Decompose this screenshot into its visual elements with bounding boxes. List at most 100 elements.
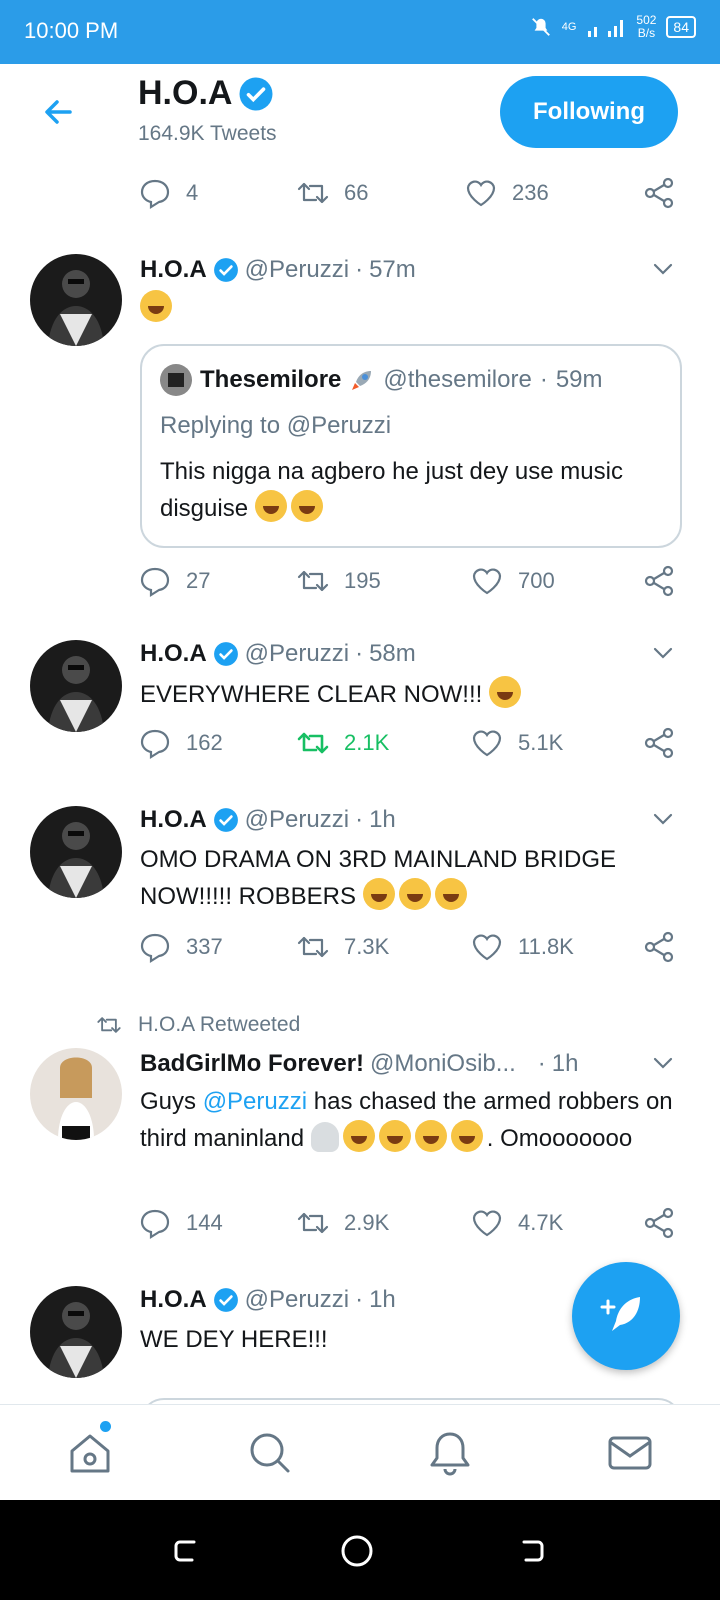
back-button-icon[interactable] [516,1534,548,1566]
avatar[interactable] [30,1286,122,1378]
share-action[interactable] [642,726,676,760]
tweet-time: 57m [369,256,416,283]
tweet[interactable]: H.O.A @Peruzzi · 58m EVERYWHERE CLEAR NO… [0,620,720,787]
tweet-text: Guys @Peruzzi has chased the armed robbe… [140,1088,673,1152]
tweet-time: 1h [551,1050,579,1077]
back-arrow-icon[interactable] [40,94,76,130]
laughing-emoji [434,878,467,910]
reply-action[interactable]: 27 [138,564,210,598]
reply-icon [140,567,170,597]
share-icon [644,1207,674,1239]
home-notification-dot [100,1421,111,1432]
separator-dot: · [355,256,364,283]
retweet-action[interactable]: 7.3K [296,930,389,964]
share-action[interactable] [642,176,676,210]
profile-name: H.O.A [138,74,274,113]
avatar[interactable] [30,640,122,732]
like-action[interactable]: 4.7K [470,1206,563,1240]
compose-tweet-button[interactable] [572,1262,680,1370]
share-action[interactable] [642,930,676,964]
verified-badge-icon [239,77,273,110]
retweet-action[interactable]: 195 [296,564,381,598]
author-name: H.O.A [140,1286,207,1313]
separator-dot: · [355,640,364,667]
author-handle: @Peruzzi [244,806,350,833]
laughing-emoji [140,290,172,322]
avatar[interactable] [30,254,122,346]
like-action[interactable]: 11.8K [470,930,574,964]
share-icon [644,727,674,759]
tweet-count: 164.9K Tweets [138,122,277,145]
laughing-emoji [342,1120,375,1152]
reply-action[interactable]: 4 [138,176,198,210]
tweet-emoji-only [140,290,680,327]
tweet-actions: 162 2.1K 5.1K [138,726,698,766]
tweet-text: OMO DRAMA ON 3RD MAINLAND BRIDGE NOW!!!!… [140,846,617,910]
tweet[interactable]: H.O.A @Peruzzi · 1h OMO DRAMA ON 3RD MAI… [0,786,720,991]
share-action[interactable] [642,564,676,598]
following-button[interactable]: Following [500,76,678,148]
home-button-icon[interactable] [340,1534,374,1568]
like-action[interactable]: 5.1K [470,726,563,760]
laughing-emoji [414,1120,447,1152]
quote-time: 59m [555,366,603,393]
tweet-time: 58m [369,640,416,667]
share-icon [644,565,674,597]
quote-avatar [160,364,192,396]
like-action[interactable]: 700 [470,564,555,598]
reply-action[interactable]: 144 [138,1206,223,1240]
search-icon[interactable] [244,1427,296,1479]
reply-action[interactable]: 162 [138,726,223,760]
avatar[interactable] [30,806,122,898]
reply-icon [140,179,170,209]
messages-icon[interactable] [604,1427,656,1479]
notifications-icon[interactable] [424,1427,476,1479]
compose-feather-icon [600,1296,640,1331]
tweet-text: EVERYWHERE CLEAR NOW!!! [140,676,680,713]
tweet-header: BadGirlMo Forever! @MoniOsib... · 1h [140,1050,578,1078]
status-icons: 4G 502 B/s 84 [530,14,696,40]
retweet-icon [297,570,329,592]
tweet-header: H.O.A @Peruzzi · 1h [140,1286,396,1314]
chevron-down-icon[interactable] [650,806,676,832]
tweet[interactable]: H.O.A @Peruzzi · 57m Thesemilore @thesem… [0,234,720,621]
author-name: H.O.A [140,806,207,833]
reply-action[interactable]: 337 [138,930,223,964]
chevron-down-icon[interactable] [650,256,676,282]
laughing-emoji [488,676,521,708]
tweet[interactable]: H.O.A Retweeted BadGirlMo Forever! @Moni… [0,990,720,1267]
mention-link[interactable]: @Peruzzi [203,1088,307,1115]
retweet-action[interactable]: 2.1K [296,726,389,760]
system-navigation-bar [0,1500,720,1600]
tweet-feed[interactable]: 4 66 236 H.O.A @Peruzzi · 57m Thesemilor… [0,162,720,1404]
tweet-actions: 27 195 700 [138,564,698,604]
separator-dot: · [537,1050,546,1077]
retweet-icon [297,732,329,754]
battery-indicator: 84 [666,16,696,38]
verified-badge-icon [213,258,238,282]
avatar[interactable] [30,1048,122,1140]
chevron-down-icon[interactable] [650,640,676,666]
laughing-emoji [378,1120,411,1152]
share-action[interactable] [642,1206,676,1240]
recent-apps-icon[interactable] [170,1534,202,1566]
tweet-actions: 4 66 236 [138,176,698,216]
tweet-header: H.O.A @Peruzzi · 58m [140,640,416,668]
heart-icon [472,568,502,595]
reply-icon [140,933,170,963]
author-handle: @MoniOsib... [370,1050,516,1077]
quoted-tweet[interactable]: Thesemilore @thesemilore · 59m Replying … [140,344,682,548]
chevron-down-icon[interactable] [650,1050,676,1076]
home-icon[interactable] [64,1427,116,1479]
network-type: 4G [561,21,577,33]
like-action[interactable]: 236 [464,176,549,210]
retweet-icon [297,182,329,204]
status-bar: 10:00 PM 4G 502 B/s 84 [0,0,720,64]
skull-emoji [310,1122,339,1152]
retweet-action[interactable]: 2.9K [296,1206,389,1240]
reply-icon [140,1209,170,1239]
author-handle: @Peruzzi [244,640,350,667]
laughing-emoji [450,1120,483,1152]
reply-icon [140,729,170,759]
retweet-action[interactable]: 66 [296,176,368,210]
